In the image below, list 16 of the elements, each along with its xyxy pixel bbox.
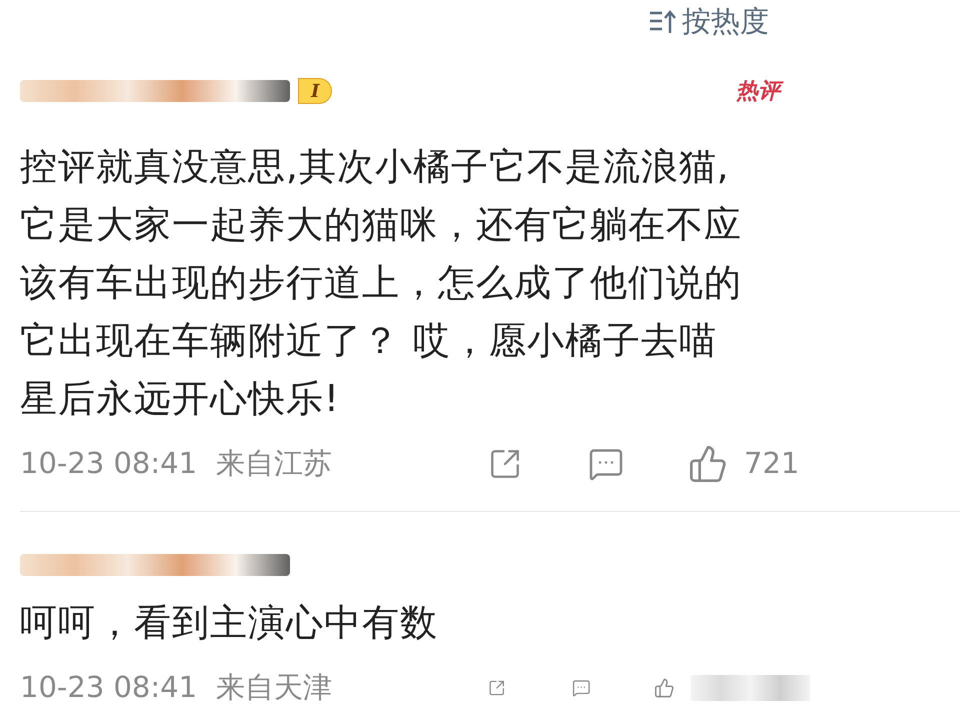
share-icon[interactable]	[488, 447, 522, 481]
comment-text-line: 呵呵，看到主演心中有数	[20, 600, 439, 646]
sort-button[interactable]: 按热度	[682, 0, 769, 44]
comment-text-line: 它是大家一起养大的猫咪，还有它躺在不应	[20, 202, 743, 248]
comment-time: 10-23 08:41	[20, 669, 198, 706]
comment-location: 来自天津	[216, 669, 333, 706]
comment-time: 10-23 08:41	[20, 445, 198, 482]
sort-icon	[648, 8, 678, 35]
like-icon[interactable]	[688, 444, 728, 484]
comment-text-line: 控评就真没意思,其次小橘子它不是流浪猫,	[20, 144, 731, 190]
comment-text-line: 该有车出现的步行道上，怎么成了他们说的	[20, 260, 743, 306]
comment-text-line: 它出现在车辆附近了？ 哎，愿小橘子去喵	[20, 318, 718, 364]
like-count: 721	[744, 445, 800, 482]
comment-location: 来自江苏	[216, 445, 333, 482]
level-badge: I	[298, 78, 332, 104]
comment-text-line: 星后永远开心快乐!	[20, 376, 341, 422]
